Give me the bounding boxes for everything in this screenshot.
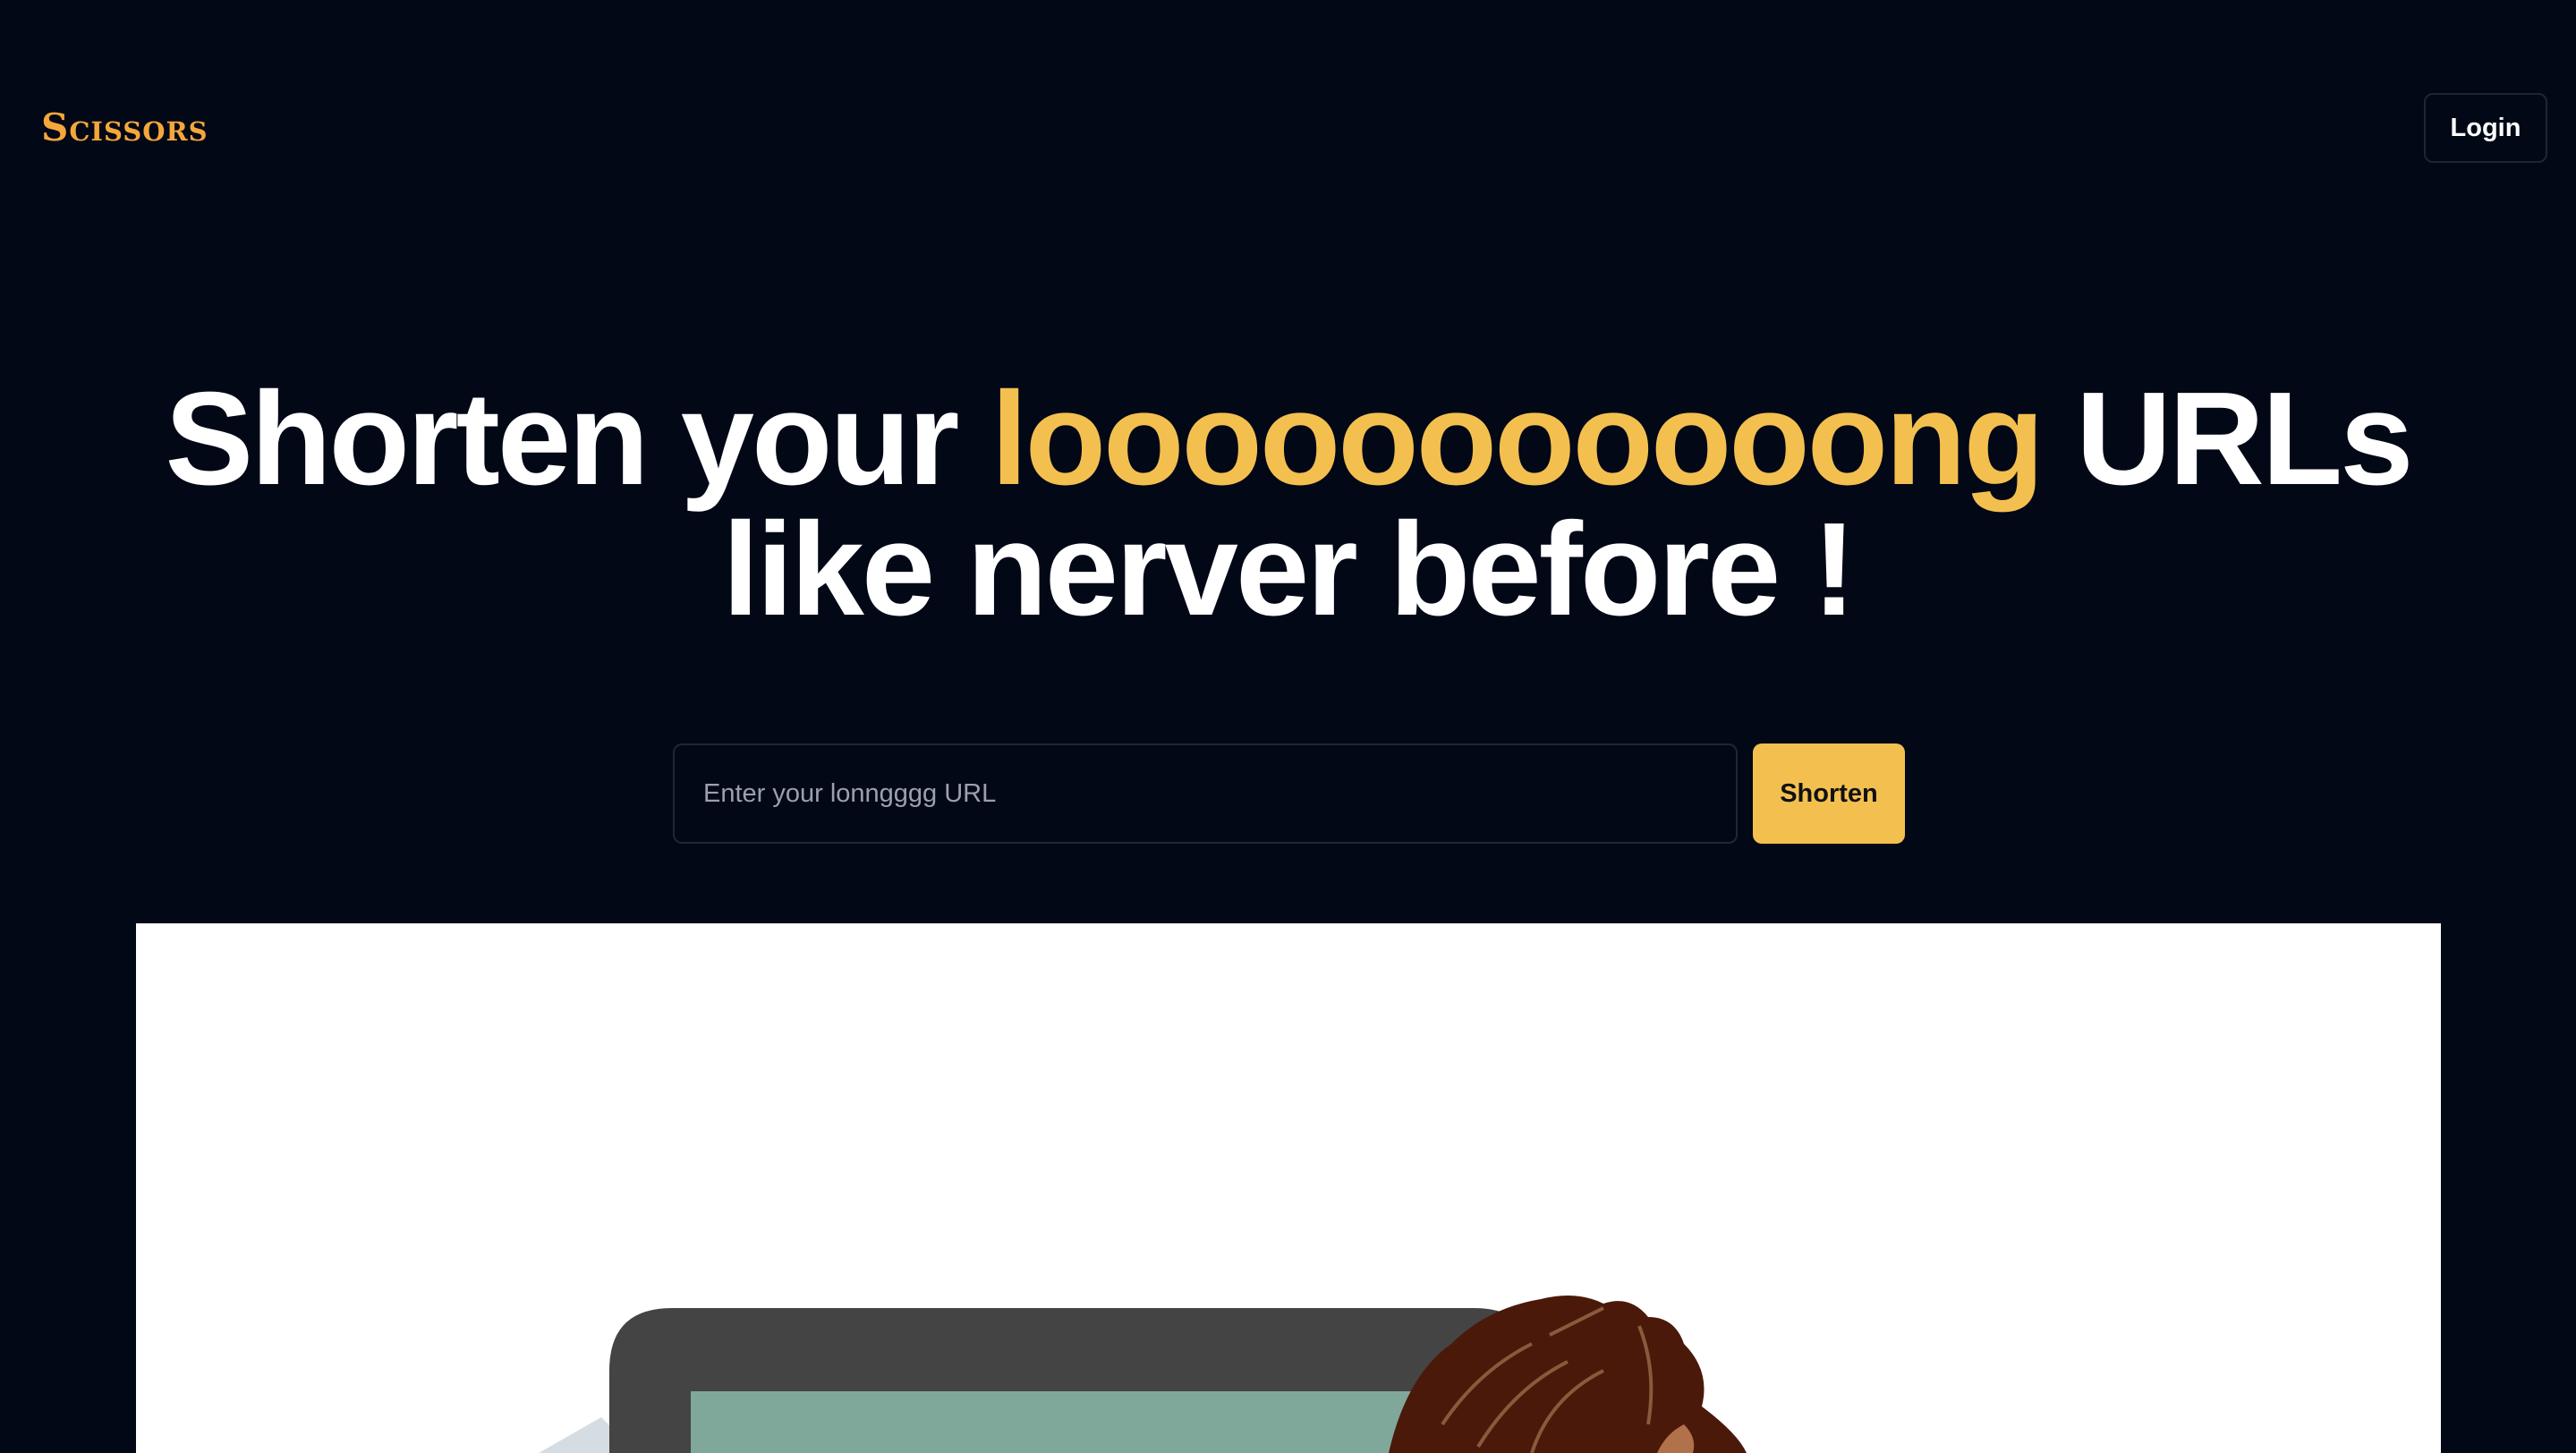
hero-title-part1: Shorten your — [165, 365, 991, 513]
hero-title: Shorten your looooooooooong URLs like ne… — [0, 373, 2576, 636]
hero-title-part2: URLs — [2041, 365, 2413, 513]
landing-page: Scissors Login Shorten your looooooooooo… — [0, 0, 2576, 1453]
hero-illustration — [136, 923, 2441, 1453]
login-button[interactable]: Login — [2424, 93, 2547, 163]
shorten-form: Shorten — [673, 743, 1905, 844]
url-input[interactable] — [673, 743, 1738, 844]
person-with-laptop-illustration — [539, 1296, 1747, 1453]
brand-logo[interactable]: Scissors — [41, 106, 208, 150]
hero-title-line2: like nerver before ! — [722, 496, 1856, 643]
top-navigation: Scissors Login — [0, 0, 2576, 259]
hero-title-accent: looooooooooong — [990, 365, 2045, 513]
laptop-screen — [691, 1391, 1461, 1453]
shorten-button[interactable]: Shorten — [1753, 743, 1905, 844]
